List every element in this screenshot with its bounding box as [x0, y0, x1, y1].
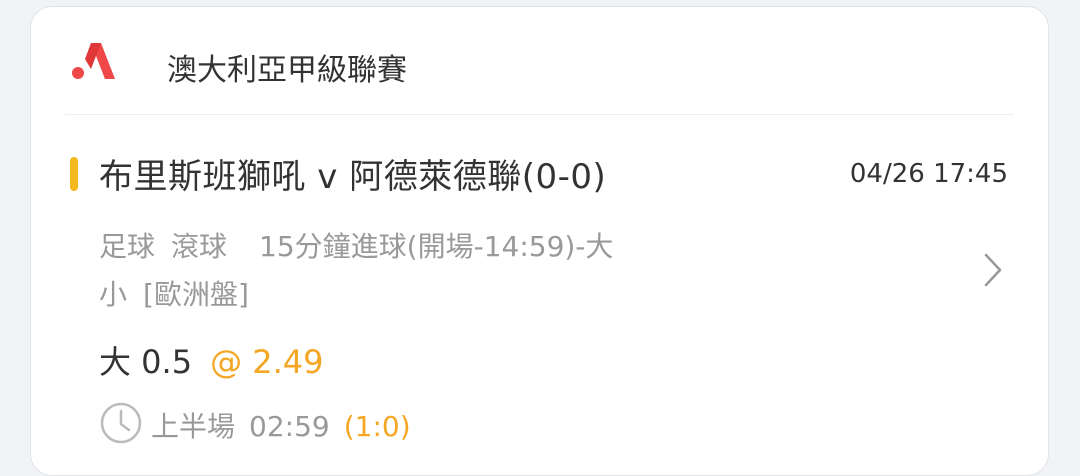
match-period: 上半場 — [151, 410, 236, 443]
clock-icon — [100, 402, 142, 444]
market-description: 足球 滾球 15分鐘進球(開場-14:59)-大 小 [歐洲盤] — [99, 223, 719, 319]
match-clock: 02:59 — [249, 410, 330, 443]
chevron-right-icon[interactable] — [982, 251, 1004, 289]
match-title: 布里斯班獅吼 v 阿德萊德聯(0-0) — [99, 157, 607, 197]
selection-odds: @ 2.49 — [210, 343, 324, 381]
selection-label: 大 0.5 — [99, 343, 193, 381]
market-name-continued: 小 — [99, 278, 128, 311]
odds-type-label: [歐洲盤] — [143, 278, 249, 311]
league-logo-icon — [72, 43, 115, 79]
sport-label: 足球 — [99, 230, 156, 263]
bet-type-label: 滾球 — [171, 230, 228, 263]
status-text: 上半場 02:59 (1:0) — [151, 405, 411, 445]
live-score: (1:0) — [343, 410, 411, 443]
match-datetime: 04/26 17:45 — [849, 159, 1008, 189]
selection-row: 大 0.5 @ 2.49 — [99, 337, 324, 383]
league-name: 澳大利亞甲級聯賽 — [167, 53, 407, 88]
bet-card[interactable]: 澳大利亞甲級聯賽 布里斯班獅吼 v 阿德萊德聯(0-0) 04/26 17:45… — [30, 6, 1049, 476]
accent-bar — [70, 157, 78, 191]
market-name: 15分鐘進球(開場-14:59)-大 — [259, 230, 614, 263]
divider — [65, 114, 1014, 115]
